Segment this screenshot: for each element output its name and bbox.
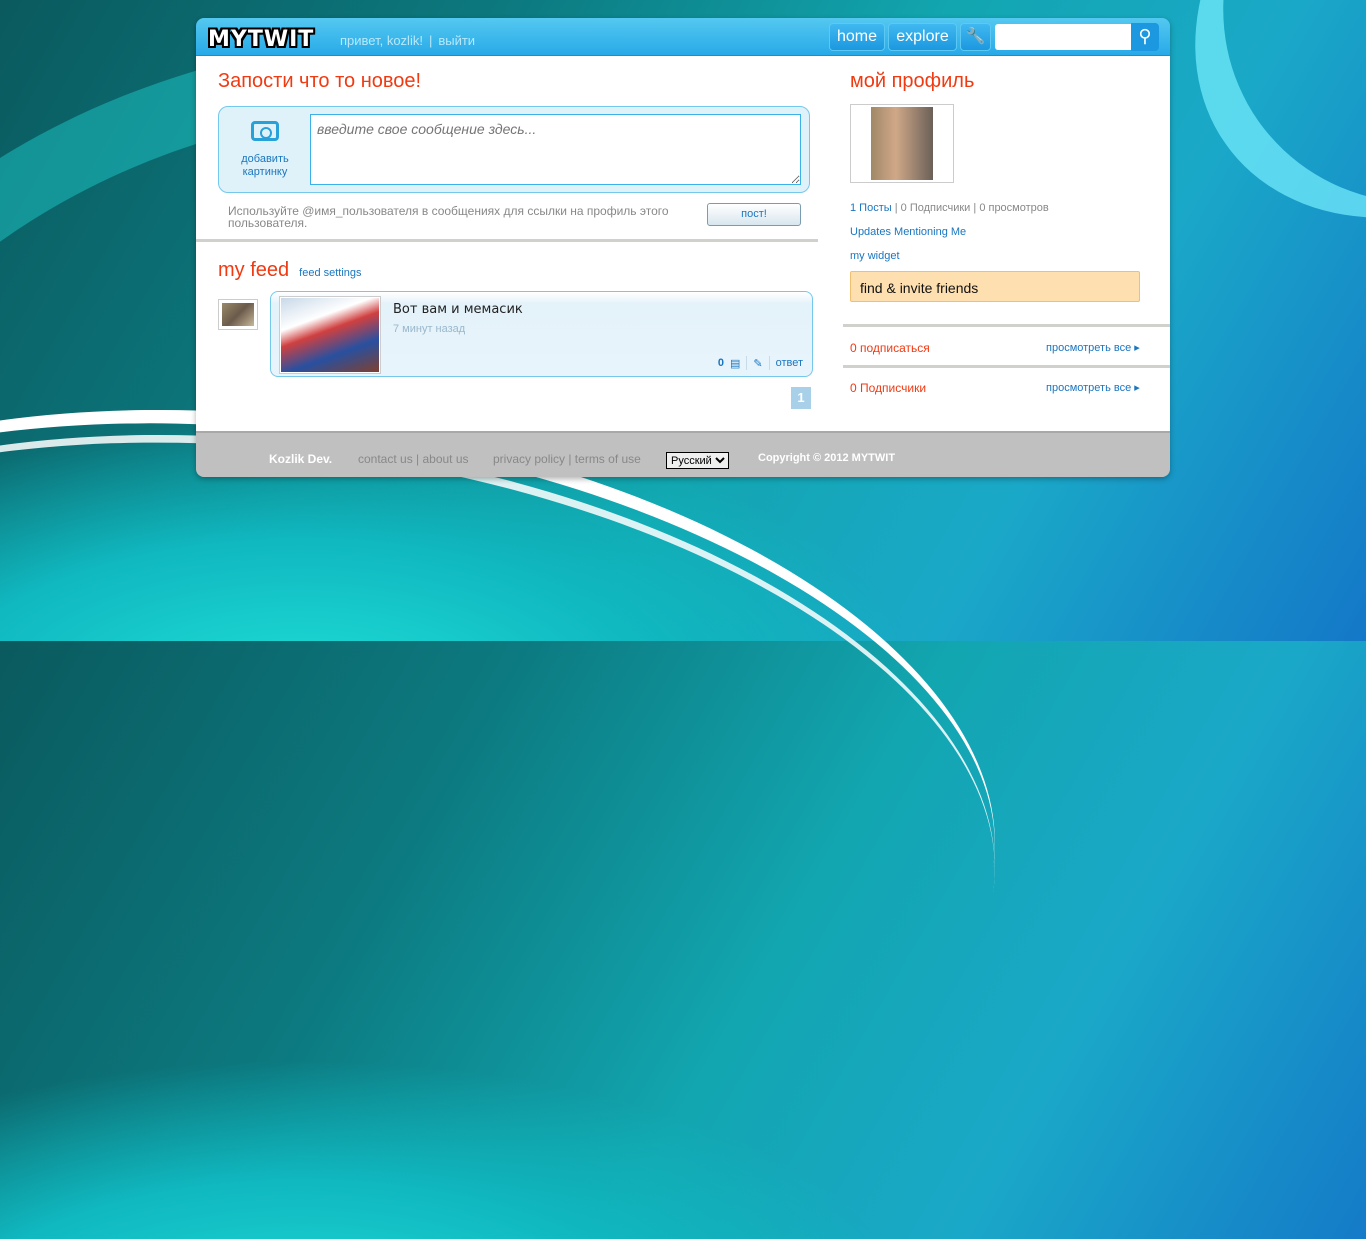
profile-title: мой профиль (850, 70, 975, 92)
divider (196, 239, 818, 242)
post-button[interactable]: пост! (707, 203, 801, 226)
greeting: привет, kozlik! | выйти (340, 33, 475, 48)
footer-links-contact-about[interactable]: contact us | about us (358, 452, 469, 466)
comment-icon[interactable]: ▤ (730, 357, 740, 370)
header: MYTWIT привет, kozlik! | выйти home explor… (196, 18, 1170, 56)
posts-link[interactable]: 1 Посты (850, 202, 892, 214)
add-picture-label: добавить картинку (241, 153, 289, 178)
view-all-following[interactable]: просмотреть все ▸ (1046, 341, 1140, 354)
logo[interactable]: MYTWIT (208, 27, 314, 52)
message-input[interactable] (310, 114, 801, 185)
following-link[interactable]: 0 подписаться (850, 341, 930, 355)
footer: Kozlik Dev. contact us | about us privac… (196, 431, 1170, 477)
edit-icon[interactable]: ✎ (753, 357, 762, 370)
post-actions: 0 ▤ ✎ ответ (718, 356, 803, 370)
divider (843, 324, 1170, 327)
settings-wrench-icon[interactable]: 🔧 (960, 23, 991, 51)
profile-stats: 1 Посты | 0 Подписчики | 0 просмотров (850, 202, 1049, 214)
search-icon[interactable]: ⚲ (1131, 23, 1159, 51)
mention-hint: Используйте @имя_пользователя в сообщени… (228, 204, 669, 230)
main-content: Запости что то новое! добавить картинку … (196, 56, 1170, 431)
add-picture-button[interactable]: добавить картинку (219, 121, 311, 179)
post-image[interactable] (279, 296, 381, 374)
views-stat: 0 просмотров (979, 202, 1049, 214)
divider (843, 365, 1170, 368)
followers-link[interactable]: 0 Подписчики (850, 381, 926, 395)
widget-link[interactable]: my widget (850, 250, 900, 262)
app-window: MYTWIT привет, kozlik! | выйти home explor… (196, 18, 1170, 477)
post-text: Вот вам и мемасик (393, 302, 523, 317)
feed-settings-link[interactable]: feed settings (299, 267, 361, 279)
search-input[interactable] (995, 24, 1131, 50)
logout-link[interactable]: выйти (438, 33, 475, 48)
reply-link[interactable]: ответ (776, 357, 803, 369)
greeting-link[interactable]: привет, kozlik! (340, 33, 423, 48)
invite-friends-button[interactable]: find & invite friends (850, 271, 1140, 302)
profile-photo[interactable] (850, 104, 954, 183)
home-button[interactable]: home (829, 23, 885, 51)
feed-item: Вот вам и мемасик 7 минут назад 0 ▤ ✎ ответ (270, 291, 813, 377)
footer-brand[interactable]: Kozlik Dev. (269, 452, 332, 466)
explore-button[interactable]: explore (888, 23, 957, 51)
comment-count[interactable]: 0 (718, 357, 724, 369)
feed-header: my feed feed settings (218, 259, 362, 282)
mentions-link[interactable]: Updates Mentioning Me (850, 226, 966, 238)
separator: | (428, 33, 433, 48)
feed-title: my feed (218, 259, 290, 281)
post-time[interactable]: 7 минут назад (393, 323, 465, 335)
background-swoosh (0, 350, 1042, 1239)
footer-links-legal[interactable]: privacy policy | terms of use (493, 452, 641, 466)
camera-icon (251, 121, 279, 141)
view-all-followers[interactable]: просмотреть все ▸ (1046, 381, 1140, 394)
pagination-page-1[interactable]: 1 (791, 387, 811, 409)
followers-stat: 0 Подписчики (900, 202, 971, 214)
user-avatar[interactable] (218, 299, 258, 330)
compose-title: Запости что то новое! (218, 70, 422, 92)
copyright: Copyright © 2012 MYTWIT (758, 452, 896, 464)
compose-box: добавить картинку (218, 106, 810, 193)
language-select[interactable]: Русский (666, 452, 729, 469)
